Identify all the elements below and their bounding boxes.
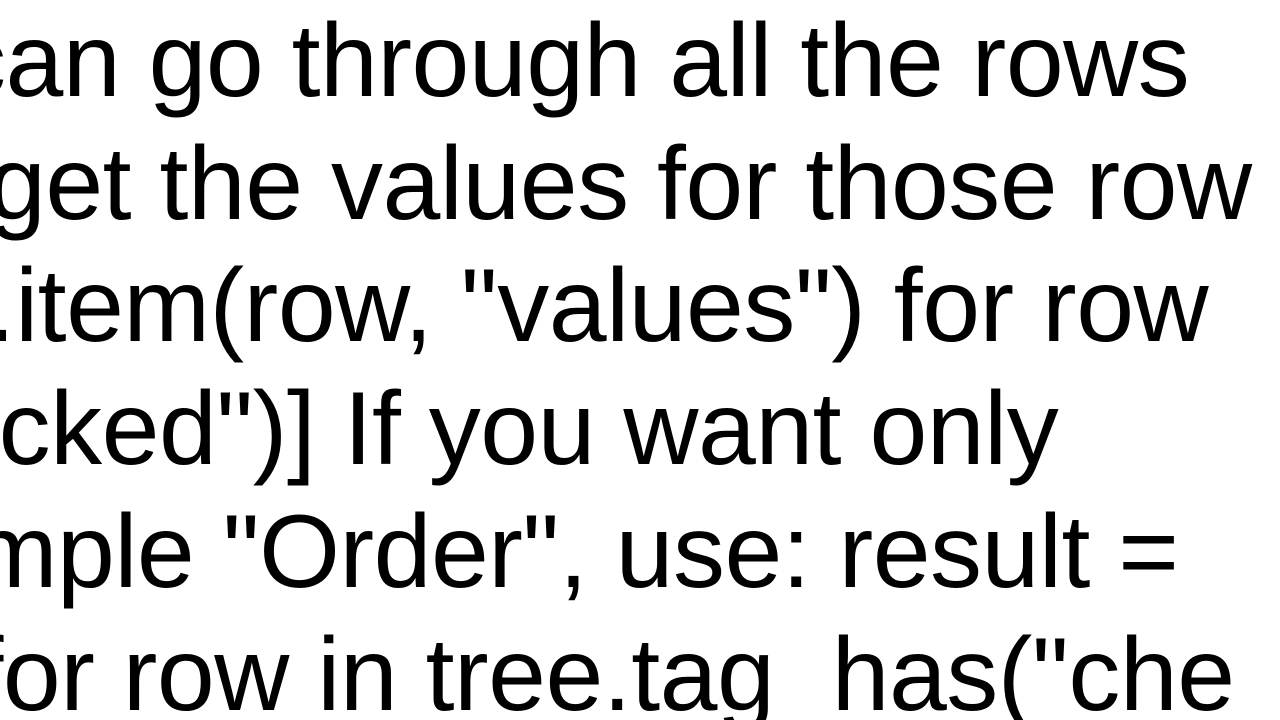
text-line-5: xample "Order", use: result = bbox=[0, 491, 1142, 614]
text-line-2: get the values for those row bbox=[0, 123, 1268, 246]
text-line-3: ee.item(row, "values") for row bbox=[0, 245, 1152, 368]
text-line-4: "checked")] If you want only bbox=[0, 368, 1076, 491]
text-line-1: can go through all the rows bbox=[0, 0, 1234, 123]
text-line-6: ) for row in tree.tag_has("che bbox=[0, 614, 1192, 720]
